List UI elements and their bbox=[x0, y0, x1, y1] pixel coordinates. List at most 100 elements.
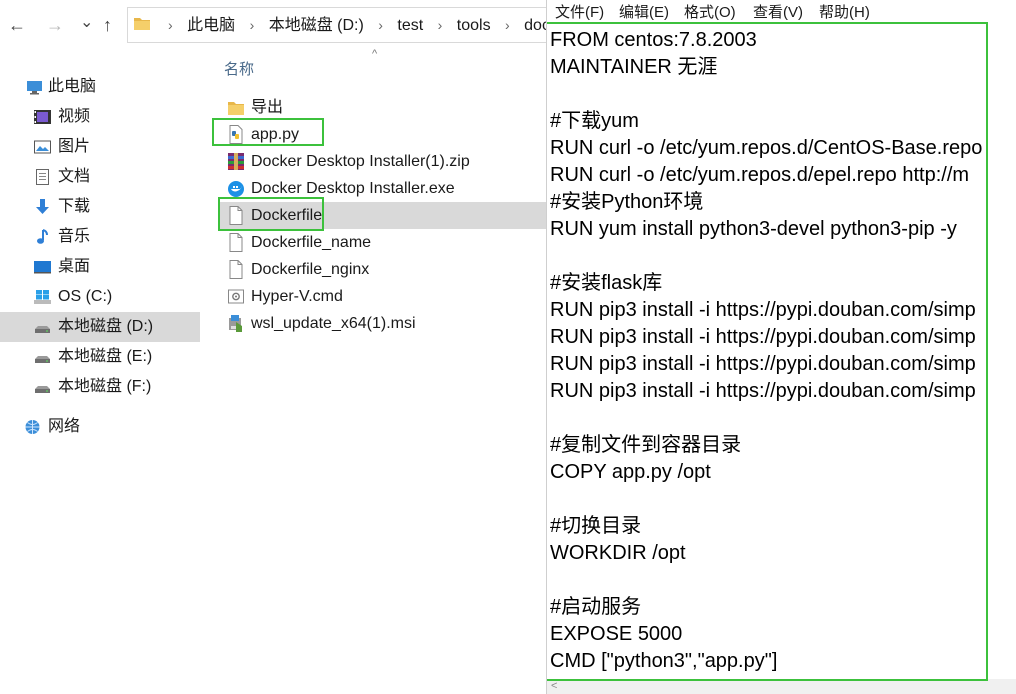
code-line: WORKDIR /opt bbox=[550, 542, 686, 564]
file-explorer-window: ← → ⌄ ↑ › 此电脑 › 本地磁盘 (D:) › test › tools… bbox=[0, 0, 557, 694]
msi-installer-icon bbox=[229, 315, 242, 332]
sidebar-item-label: 图片 bbox=[58, 138, 91, 155]
sidebar-item-pictures[interactable]: 图片 bbox=[0, 132, 200, 162]
forward-button[interactable]: → bbox=[46, 14, 64, 36]
desktop-icon bbox=[34, 261, 51, 274]
file-row-dockerfile[interactable]: Dockerfile bbox=[220, 202, 546, 229]
code-line: RUN pip3 install -i https://pypi.douban.… bbox=[550, 299, 976, 321]
column-header-name[interactable]: 名称 bbox=[224, 58, 254, 79]
pictures-icon bbox=[34, 140, 51, 154]
breadcrumb: › 此电脑 › 本地磁盘 (D:) › test › tools › docke… bbox=[158, 8, 556, 42]
address-bar[interactable]: › 此电脑 › 本地磁盘 (D:) › test › tools › docke… bbox=[127, 7, 557, 43]
breadcrumb-separator: › bbox=[378, 17, 383, 33]
file-name: wsl_update_x64(1).msi bbox=[251, 315, 416, 332]
breadcrumb-drive-d[interactable]: 本地磁盘 (D:) bbox=[269, 9, 364, 42]
file-name: Dockerfile_name bbox=[251, 234, 372, 251]
sidebar-item-drive-d[interactable]: 本地磁盘 (D:) bbox=[0, 312, 200, 342]
sidebar-item-drive-f[interactable]: 本地磁盘 (F:) bbox=[0, 372, 200, 402]
file-row-app-py[interactable]: app.py bbox=[220, 121, 546, 148]
windows-drive-icon bbox=[34, 290, 51, 304]
notepad-window: 文件(F) 编辑(E) 格式(O) 查看(V) 帮助(H) FROM cento… bbox=[546, 0, 1016, 694]
folder-icon bbox=[134, 18, 150, 30]
file-icon bbox=[229, 233, 243, 252]
sidebar-item-label: 网络 bbox=[48, 418, 81, 435]
breadcrumb-separator: › bbox=[505, 17, 510, 33]
breadcrumb-test[interactable]: test bbox=[397, 9, 423, 42]
docker-icon bbox=[228, 181, 244, 197]
sidebar-item-desktop[interactable]: 桌面 bbox=[0, 252, 200, 282]
file-name: Hyper-V.cmd bbox=[251, 288, 343, 305]
menu-file[interactable]: 文件(F) bbox=[555, 0, 604, 26]
cmd-file-icon bbox=[228, 289, 244, 304]
file-icon bbox=[229, 206, 243, 225]
drive-icon bbox=[35, 356, 50, 363]
horizontal-scrollbar[interactable]: < bbox=[547, 679, 1016, 694]
up-button[interactable]: ↑ bbox=[103, 14, 112, 36]
file-name: Docker Desktop Installer(1).zip bbox=[251, 153, 470, 170]
music-icon bbox=[37, 229, 48, 244]
menu-bar: 文件(F) 编辑(E) 格式(O) 查看(V) 帮助(H) bbox=[547, 0, 1016, 26]
file-row-docker-exe[interactable]: Docker Desktop Installer.exe bbox=[220, 175, 546, 202]
sidebar-item-this-pc[interactable]: 此电脑 bbox=[0, 72, 200, 102]
file-row-hyper-v-cmd[interactable]: Hyper-V.cmd bbox=[220, 283, 546, 310]
recent-locations-button[interactable]: ⌄ bbox=[80, 12, 93, 34]
sort-ascending-icon: ^ bbox=[372, 48, 378, 60]
file-row-dockerfile-nginx[interactable]: Dockerfile_nginx bbox=[220, 256, 546, 283]
file-row-wsl-update-msi[interactable]: wsl_update_x64(1).msi bbox=[220, 310, 546, 337]
breadcrumb-this-pc[interactable]: 此电脑 bbox=[187, 9, 235, 42]
menu-view[interactable]: 查看(V) bbox=[753, 0, 803, 26]
menu-help[interactable]: 帮助(H) bbox=[819, 0, 870, 26]
code-line: #复制文件到容器目录 bbox=[550, 434, 742, 456]
network-icon bbox=[25, 420, 40, 434]
code-line: RUN curl -o /etc/yum.repos.d/CentOS-Base… bbox=[550, 137, 983, 159]
sidebar-item-network[interactable]: 网络 bbox=[0, 412, 200, 442]
sidebar-item-documents[interactable]: 文档 bbox=[0, 162, 200, 192]
code-line: RUN curl -o /etc/yum.repos.d/epel.repo h… bbox=[550, 164, 970, 186]
sidebar-item-label: 本地磁盘 (D:) bbox=[58, 318, 154, 335]
code-line: RUN pip3 install -i https://pypi.douban.… bbox=[550, 380, 976, 402]
sidebar-item-os-c[interactable]: OS (C:) bbox=[0, 282, 200, 312]
breadcrumb-separator: › bbox=[437, 17, 443, 33]
file-name: 导出 bbox=[251, 99, 284, 116]
documents-icon bbox=[36, 169, 49, 185]
code-line: #安装flask库 bbox=[550, 272, 663, 294]
code-line: #下载yum bbox=[550, 110, 639, 132]
file-name: Dockerfile bbox=[251, 207, 323, 224]
code-line: #切换目录 bbox=[550, 515, 642, 537]
sidebar-item-music[interactable]: 音乐 bbox=[0, 222, 200, 252]
scroll-left-icon[interactable]: < bbox=[551, 679, 557, 694]
menu-format[interactable]: 格式(O) bbox=[684, 0, 736, 26]
code-line: RUN yum install python3-devel python3-pi… bbox=[550, 218, 957, 240]
sidebar-item-label: OS (C:) bbox=[58, 288, 113, 305]
breadcrumb-tools[interactable]: tools bbox=[457, 9, 491, 42]
code-line: FROM centos:7.8.2003 bbox=[550, 29, 757, 51]
sidebar-item-label: 桌面 bbox=[58, 258, 91, 275]
back-button[interactable]: ← bbox=[8, 14, 26, 36]
sidebar-item-label: 此电脑 bbox=[48, 78, 97, 95]
file-name: Dockerfile_nginx bbox=[251, 261, 370, 278]
sidebar-item-label: 音乐 bbox=[58, 228, 91, 245]
sidebar-item-label: 视频 bbox=[58, 108, 91, 125]
code-line: RUN pip3 install -i https://pypi.douban.… bbox=[550, 353, 976, 375]
code-line: COPY app.py /opt bbox=[550, 461, 711, 483]
code-line: #安装Python环境 bbox=[550, 191, 704, 213]
code-line: #启动服务 bbox=[550, 596, 642, 618]
breadcrumb-separator: › bbox=[249, 17, 255, 33]
navigation-bar: ← → ⌄ ↑ › 此电脑 › 本地磁盘 (D:) › test › tools… bbox=[0, 0, 557, 52]
menu-edit[interactable]: 编辑(E) bbox=[619, 0, 669, 26]
computer-icon bbox=[27, 81, 42, 95]
sidebar-item-label: 本地磁盘 (E:) bbox=[58, 348, 153, 365]
sidebar-item-downloads[interactable]: 下载 bbox=[0, 192, 200, 222]
video-icon bbox=[34, 110, 51, 124]
code-line: CMD ["python3","app.py"] bbox=[550, 650, 778, 672]
sidebar-item-videos[interactable]: 视频 bbox=[0, 102, 200, 132]
sidebar-item-drive-e[interactable]: 本地磁盘 (E:) bbox=[0, 342, 200, 372]
code-line: MAINTAINER 无涯 bbox=[550, 56, 718, 78]
file-row-docker-zip[interactable]: Docker Desktop Installer(1).zip bbox=[220, 148, 546, 175]
winrar-archive-icon bbox=[228, 153, 244, 170]
file-icon bbox=[229, 260, 243, 279]
file-row-dockerfile-name[interactable]: Dockerfile_name bbox=[220, 229, 546, 256]
text-editor[interactable]: FROM centos:7.8.2003 MAINTAINER 无涯 #下载yu… bbox=[547, 27, 1016, 679]
file-row-export-folder[interactable]: 导出 bbox=[220, 94, 546, 121]
sidebar-item-label: 下载 bbox=[58, 198, 91, 215]
